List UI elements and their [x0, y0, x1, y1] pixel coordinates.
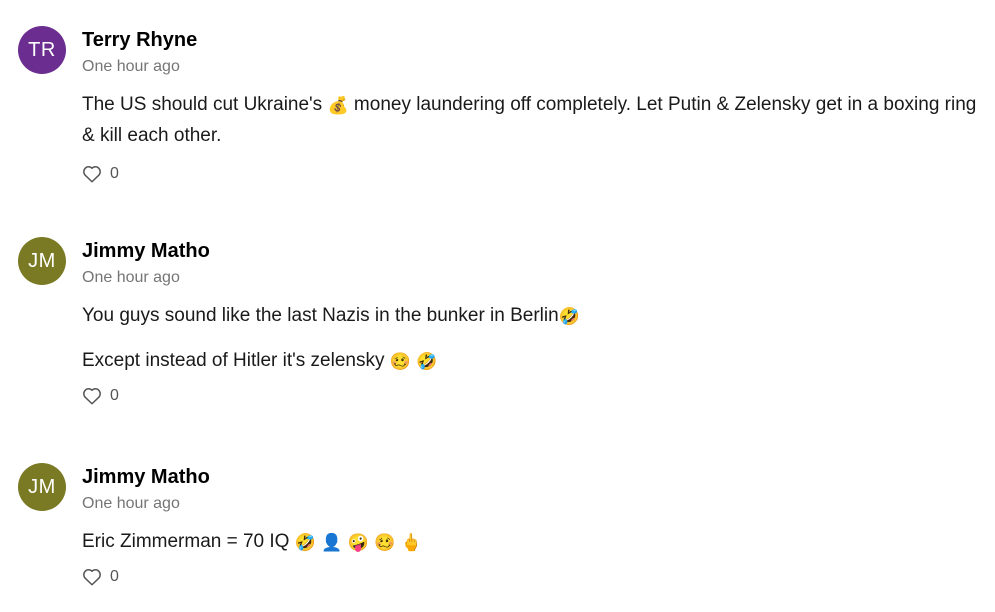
- timestamp: One hour ago: [82, 58, 180, 75]
- comment-body: The US should cut Ukraine's 💰 money laun…: [82, 89, 993, 151]
- like-button[interactable]: 0: [82, 165, 993, 183]
- timestamp: One hour ago: [82, 495, 180, 512]
- comment-body: You guys sound like the last Nazis in th…: [82, 300, 993, 331]
- rolling-laughing-icon: 🤣: [416, 352, 438, 372]
- like-count: 0: [110, 568, 119, 585]
- middle-finger-icon: 🖕: [400, 533, 422, 553]
- like-count: 0: [110, 165, 119, 182]
- comment-body: Except instead of Hitler it's zelensky 🥴…: [82, 345, 993, 376]
- comment-content: Jimmy Matho One hour ago Eric Zimmerman …: [82, 463, 993, 586]
- rolling-laughing-icon: 🤣: [294, 533, 316, 553]
- comment-content: Jimmy Matho One hour ago You guys sound …: [82, 237, 993, 405]
- woozy-face-icon: 🥴: [374, 533, 396, 553]
- like-count: 0: [110, 387, 119, 404]
- heart-icon: [83, 569, 101, 586]
- like-button[interactable]: 0: [82, 568, 993, 586]
- comment-text: Eric Zimmerman = 70 IQ: [82, 531, 295, 552]
- rolling-laughing-icon: 🤣: [558, 307, 580, 327]
- person-silhouette-icon: 👤: [321, 533, 343, 553]
- avatar[interactable]: JM: [18, 237, 66, 285]
- like-button[interactable]: 0: [82, 387, 993, 405]
- heart-icon: [83, 388, 101, 405]
- money-bag-icon: 💰: [327, 96, 349, 116]
- avatar[interactable]: TR: [18, 26, 66, 74]
- author-name[interactable]: Terry Rhyne: [82, 27, 993, 53]
- timestamp: One hour ago: [82, 269, 180, 286]
- heart-icon: [83, 166, 101, 183]
- comment-content: Terry Rhyne One hour ago The US should c…: [82, 26, 993, 183]
- avatar[interactable]: JM: [18, 463, 66, 511]
- comment-text: You guys sound like the last Nazis in th…: [82, 305, 559, 326]
- comment-text: The US should cut Ukraine's: [82, 94, 328, 115]
- woozy-face-icon: 🥴: [389, 352, 411, 372]
- author-name[interactable]: Jimmy Matho: [82, 464, 993, 490]
- author-name[interactable]: Jimmy Matho: [82, 238, 993, 264]
- zany-face-icon: 🤪: [347, 533, 369, 553]
- comment-body: Eric Zimmerman = 70 IQ 🤣 👤 🤪 🥴 🖕: [82, 526, 993, 557]
- comment-text: Except instead of Hitler it's zelensky: [82, 350, 390, 371]
